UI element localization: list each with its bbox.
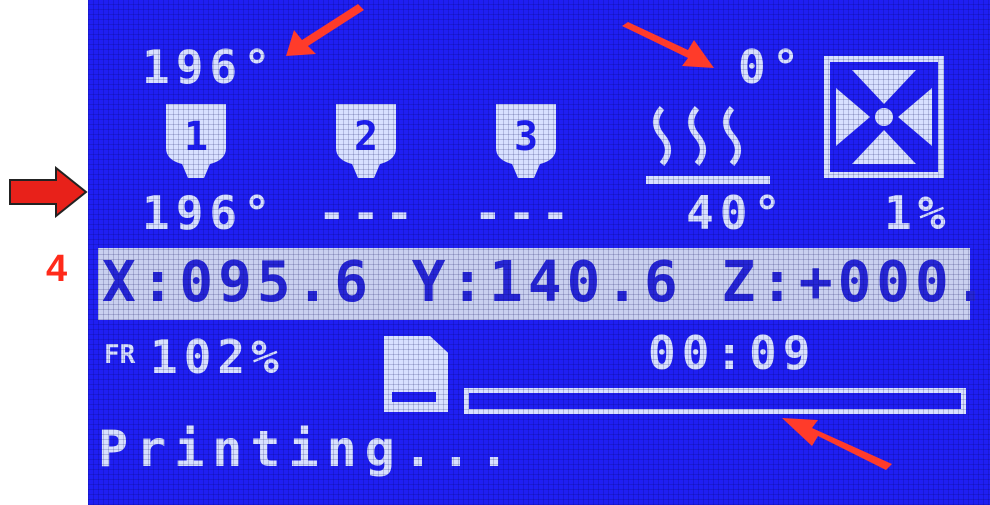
elapsed-time: 00:09 <box>648 326 817 380</box>
extruder-2-icon: 2 <box>336 104 396 178</box>
bed-target-temp: 0° <box>738 40 806 94</box>
extruder-1-label: 1 <box>184 114 208 160</box>
hotend1-current-temp: 196° <box>142 186 277 240</box>
feedrate-value: 102% <box>150 330 285 384</box>
feedrate-icon: FR <box>104 340 136 370</box>
annotation-arrow-right-icon <box>9 166 88 218</box>
lcd-screen: 196° 0° 1 2 3 196° --- --- 40° 1% X:095.… <box>88 0 990 505</box>
fan-speed: 1% <box>884 186 952 240</box>
fan-icon <box>824 56 944 178</box>
position-readout: X:095.6 Y:140.6 Z:+000.3 <box>102 250 990 315</box>
sd-card-slot <box>392 392 436 402</box>
annotation-arrow-icon <box>622 22 714 68</box>
print-progress-bar <box>464 388 966 414</box>
heated-bed-icon <box>646 106 770 184</box>
annotation-arrow-icon <box>286 4 364 56</box>
hotend1-target-temp: 196° <box>142 40 277 94</box>
hotend3-current-temp: --- <box>474 186 576 240</box>
extruder-3-icon: 3 <box>496 104 556 178</box>
extruder-3-label: 3 <box>514 114 538 160</box>
extruder-2-label: 2 <box>354 114 378 160</box>
annotation-arrow-icon <box>782 418 892 470</box>
extruder-1-icon: 1 <box>166 104 226 178</box>
hotend2-current-temp: --- <box>318 186 420 240</box>
annotation-number: 4 <box>46 248 68 290</box>
bed-current-temp: 40° <box>686 186 788 240</box>
status-message: Printing... <box>98 420 518 478</box>
